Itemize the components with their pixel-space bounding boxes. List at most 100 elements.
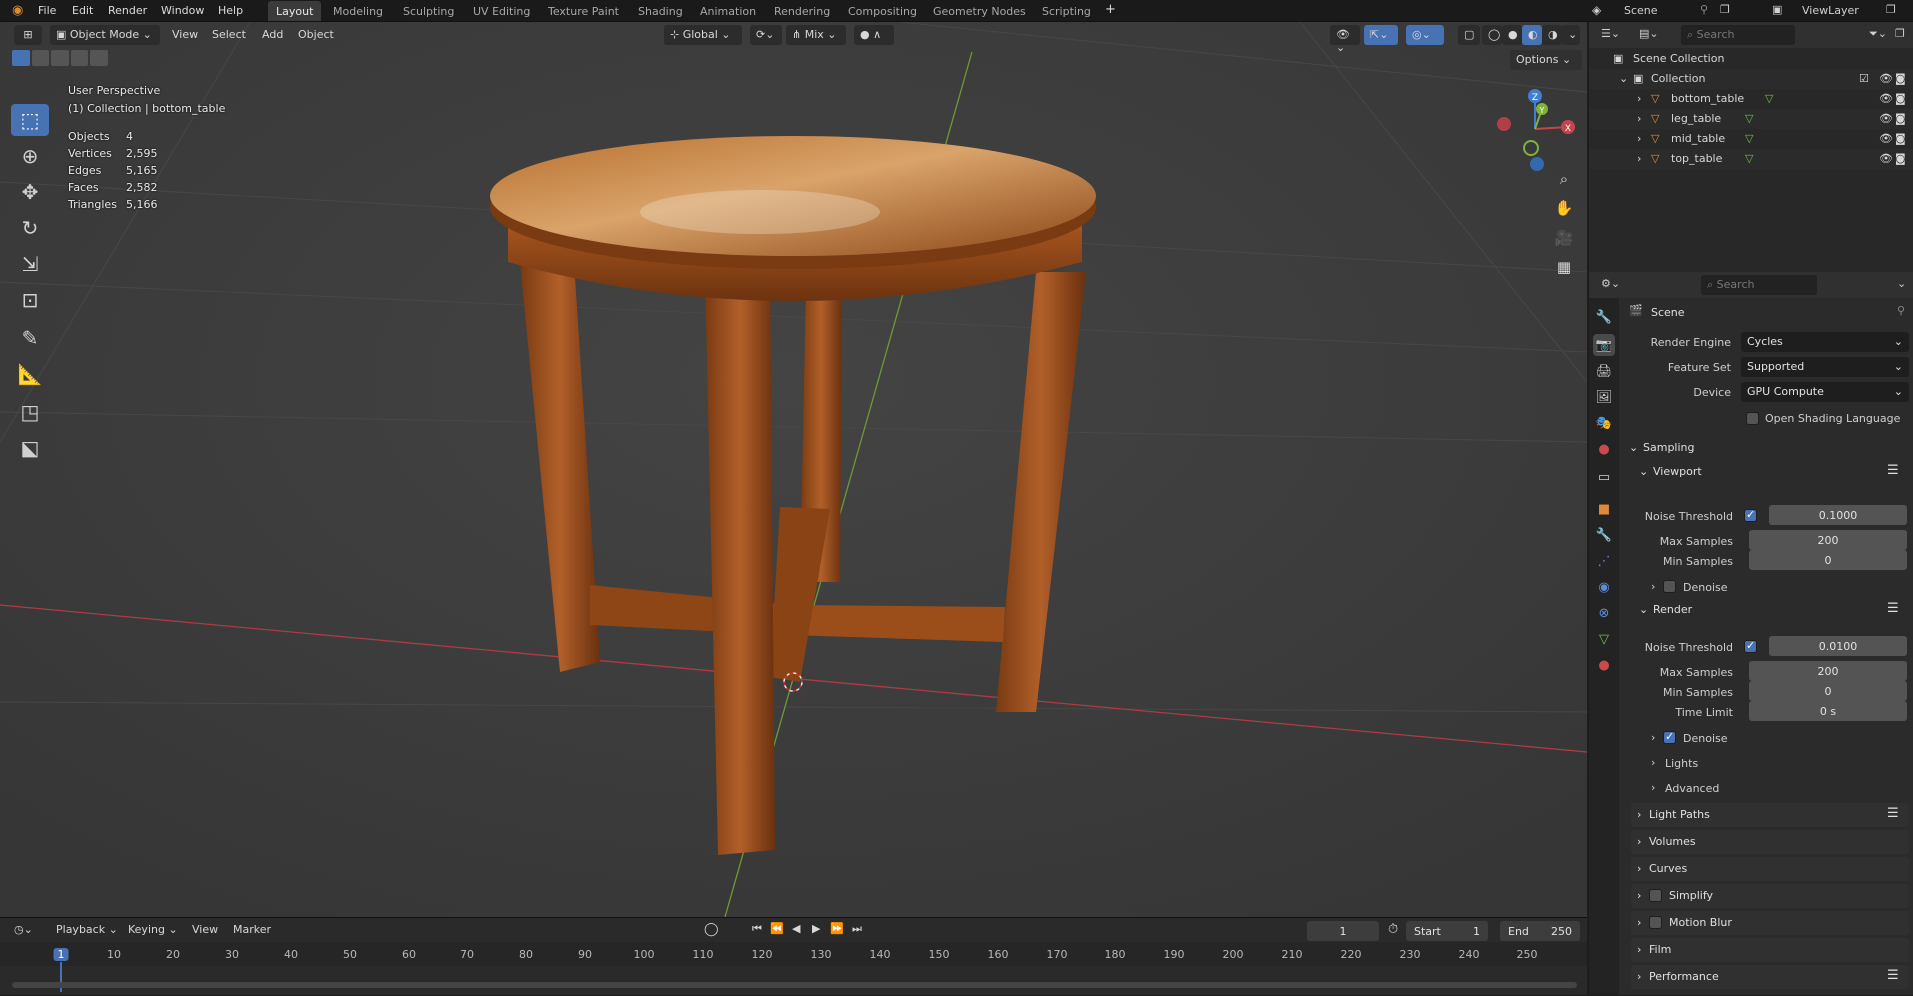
outliner-item-leg-table[interactable]: › ▽ leg_table ▽ 👁 ◙ [1589, 109, 1913, 129]
select-box-tool[interactable]: ⬚ [11, 104, 49, 136]
shading-solid-icon[interactable]: ● [1502, 25, 1522, 45]
camera-icon[interactable]: ◙ [1895, 152, 1906, 165]
expand-icon[interactable]: › [1637, 92, 1641, 105]
camera-icon[interactable]: ◙ [1895, 112, 1906, 125]
eye-icon[interactable]: 👁 [1879, 152, 1893, 165]
transform-orientation-dropdown[interactable]: ⊹ Global ⌄ [664, 25, 742, 45]
view-layer-tab-icon[interactable]: 🖼 [1593, 386, 1615, 408]
vp-denoise-expand-icon[interactable]: › [1651, 580, 1655, 593]
expand-icon[interactable]: › [1637, 112, 1641, 125]
add-workspace-icon[interactable]: + [1105, 2, 1116, 17]
outliner-item-mid-table[interactable]: › ▽ mid_table ▽ 👁 ◙ [1589, 129, 1913, 149]
collection-row[interactable]: ⌄ ▣ Collection ☑ 👁 ◙ [1589, 69, 1913, 89]
modifier-tab-icon[interactable]: 🔧 [1593, 524, 1615, 546]
timeline-scrollbar[interactable] [12, 982, 1577, 988]
camera-icon[interactable]: ◙ [1895, 92, 1906, 105]
properties-search-field[interactable]: ⌕ Search [1701, 275, 1817, 295]
presets-list-icon[interactable]: ☰ [1887, 601, 1899, 616]
r-min-samples-field[interactable]: 0 [1749, 681, 1907, 701]
vp-noise-threshold-field[interactable]: 0.1000 [1769, 505, 1907, 525]
properties-options-icon[interactable]: ⌄ [1897, 277, 1906, 290]
feature-set-dropdown[interactable]: Supported ⌄ [1741, 357, 1909, 377]
proportional-edit-icon[interactable]: ● ∧ [854, 25, 894, 45]
r-max-samples-field[interactable]: 200 [1749, 661, 1907, 681]
display-mode-icon[interactable]: ▤⌄ [1639, 27, 1659, 40]
snap-dropdown[interactable]: ⋔ Mix ⌄ [786, 25, 846, 45]
tab-animation[interactable]: Animation [692, 1, 764, 21]
select-intersect-icon[interactable] [90, 50, 108, 66]
options-dropdown[interactable]: Options ⌄ [1510, 50, 1582, 70]
tab-modeling[interactable]: Modeling [325, 1, 391, 21]
render-engine-dropdown[interactable]: Cycles ⌄ [1741, 332, 1909, 352]
output-tab-icon[interactable]: 🖨 [1593, 360, 1615, 382]
scene-tab-icon[interactable]: 🎭 [1593, 412, 1615, 434]
advanced-expand-icon[interactable]: › [1651, 781, 1655, 794]
outliner-editor-icon[interactable]: ☰⌄ [1601, 27, 1620, 40]
outliner-item-bottom-table[interactable]: › ▽ bottom_table ▽ 👁 ◙ [1589, 89, 1913, 109]
pin-context-icon[interactable]: ⚲ [1897, 304, 1905, 317]
shading-wireframe-icon[interactable]: ◯ [1482, 25, 1502, 45]
material-tab-icon[interactable]: ● [1593, 654, 1615, 676]
light-paths-panel[interactable]: › Light Paths ☰ [1631, 803, 1909, 827]
collection-eye-icon[interactable]: 👁 [1879, 72, 1893, 85]
lights-expand-icon[interactable]: › [1651, 756, 1655, 769]
scale-tool[interactable]: ⇲ [11, 248, 49, 280]
presets-list-icon[interactable]: ☰ [1887, 806, 1899, 821]
3d-viewport[interactable]: ⊞ ▣ Object Mode ⌄ View Select Add Object… [0, 22, 1587, 917]
add-object-tool[interactable]: ⬕ [11, 432, 49, 464]
select-difference-icon[interactable] [70, 50, 89, 66]
menu-select[interactable]: Select [212, 28, 246, 41]
motion-blur-panel[interactable]: › Motion Blur [1631, 911, 1909, 935]
render-subpanel-header[interactable]: ⌄ Render ☰ [1635, 598, 1909, 622]
r-denoise-checkbox[interactable] [1663, 730, 1676, 744]
menu-help[interactable]: Help [218, 4, 243, 17]
osl-checkbox[interactable] [1746, 412, 1759, 425]
constraints-tab-icon[interactable]: ⊗ [1593, 602, 1615, 624]
shading-options-icon[interactable]: ⌄ [1562, 25, 1580, 45]
collection-camera-icon[interactable]: ◙ [1895, 72, 1906, 85]
measure-tool[interactable]: 📐 [11, 358, 49, 390]
tab-shading[interactable]: Shading [630, 1, 691, 21]
viewport-subpanel-header[interactable]: ⌄ Viewport ☰ [1635, 460, 1909, 484]
time-limit-field[interactable]: 0 s [1749, 701, 1907, 721]
r-noise-threshold-checkbox[interactable] [1744, 639, 1757, 653]
tab-scripting[interactable]: Scripting [1034, 1, 1099, 21]
expand-icon[interactable]: › [1637, 152, 1641, 165]
tab-sculpting[interactable]: Sculpting [395, 1, 462, 21]
menu-view[interactable]: View [172, 28, 198, 41]
perspective-grid-icon[interactable]: ▦ [1551, 254, 1577, 280]
pin-icon[interactable]: ⚲ [1700, 3, 1708, 16]
tab-geometry-nodes[interactable]: Geometry Nodes [925, 1, 1034, 21]
new-collection-icon[interactable]: ❐ [1895, 27, 1905, 40]
collection-checkbox-icon[interactable]: ☑ [1859, 72, 1869, 85]
simplify-checkbox[interactable] [1649, 889, 1662, 902]
view-layer-name[interactable]: ViewLayer [1802, 4, 1859, 17]
eye-icon[interactable]: 👁 [1879, 132, 1893, 145]
eye-icon[interactable]: 👁 [1879, 92, 1893, 105]
lights-label[interactable]: Lights [1665, 757, 1698, 770]
overlays-toggle-icon[interactable]: ◎⌄ [1406, 25, 1444, 45]
object-mode-dropdown[interactable]: ▣ Object Mode ⌄ [50, 25, 160, 45]
shading-material-icon[interactable]: ◐ [1522, 25, 1542, 45]
new-scene-icon[interactable]: ❐ [1720, 3, 1730, 16]
object-tab-icon[interactable]: ■ [1593, 498, 1615, 520]
expand-icon[interactable]: › [1637, 132, 1641, 145]
curves-panel[interactable]: › Curves [1631, 857, 1909, 881]
menu-object[interactable]: Object [298, 28, 334, 41]
menu-add[interactable]: Add [262, 28, 283, 41]
new-view-layer-icon[interactable]: ❐ [1886, 3, 1896, 16]
outliner-search-field[interactable]: ⌕ Search [1681, 25, 1795, 45]
data-tab-icon[interactable]: ▽ [1593, 628, 1615, 650]
navigation-gizmo[interactable]: Z X Y [1490, 84, 1580, 174]
select-new-icon[interactable] [12, 50, 30, 66]
menu-file[interactable]: File [38, 4, 56, 17]
presets-list-icon[interactable]: ☰ [1887, 463, 1899, 478]
filter-icon[interactable]: ⏷⌄ [1869, 27, 1887, 41]
select-extend-icon[interactable] [31, 50, 50, 66]
sampling-panel-header[interactable]: ⌄ Sampling [1625, 436, 1909, 460]
vp-max-samples-field[interactable]: 200 [1749, 530, 1907, 550]
tab-texture-paint[interactable]: Texture Paint [540, 1, 627, 21]
motion-blur-checkbox[interactable] [1649, 916, 1662, 929]
transform-tool[interactable]: ⊡ [11, 284, 49, 316]
particles-tab-icon[interactable]: ⋰ [1593, 550, 1615, 572]
